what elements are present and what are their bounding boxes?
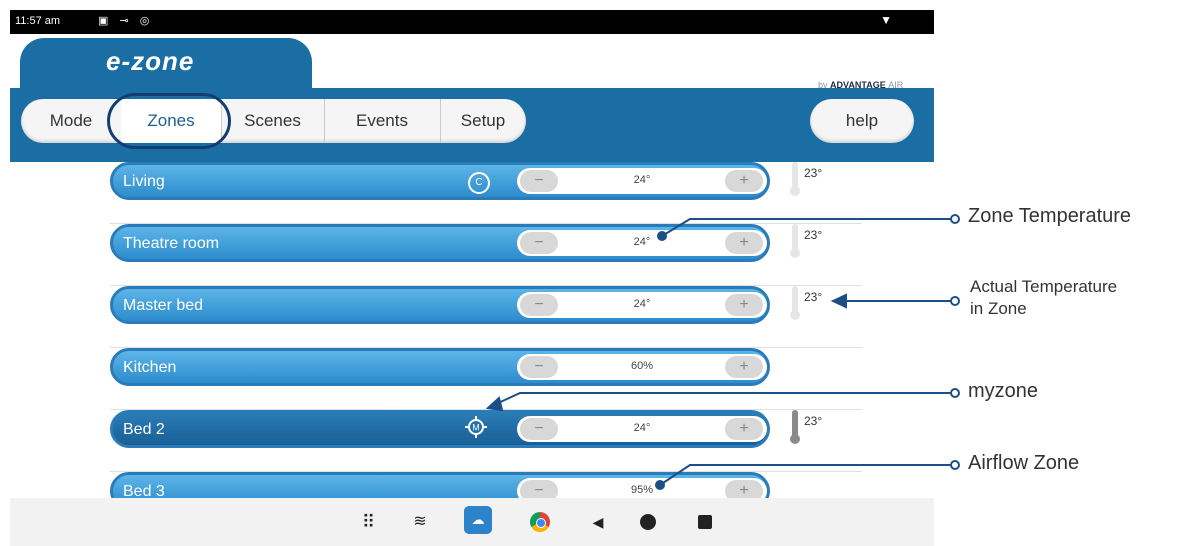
zone-bar[interactable]: Bed 3 − 95% + bbox=[110, 472, 770, 498]
thermometer-icon bbox=[790, 162, 800, 198]
actual-temperature: 23° bbox=[804, 290, 823, 304]
ezone-app-icon[interactable]: ☁ bbox=[464, 506, 492, 534]
android-nav-bar: ⠿ ≋ ☁ ◀ bbox=[10, 498, 934, 546]
zone-airflow-control: − 60% + bbox=[517, 354, 767, 380]
callout-actual-temperature: Actual Temperature in Zone bbox=[970, 276, 1117, 320]
wifi-settings-icon[interactable]: ≋ bbox=[408, 510, 432, 534]
zone-name: Theatre room bbox=[123, 235, 220, 252]
myzone-endpoint bbox=[950, 388, 960, 398]
home-icon[interactable] bbox=[640, 514, 656, 530]
zone-airflow-control: − 95% + bbox=[517, 478, 767, 498]
zone-bar[interactable]: Living C − 24° + bbox=[110, 162, 770, 200]
increase-button[interactable]: + bbox=[725, 356, 763, 378]
status-bar: 11:57 am ▣ ⊸ ◎ ▼ bbox=[10, 10, 934, 34]
tab-setup[interactable]: Setup bbox=[440, 99, 526, 143]
zone-row-bed-3: Bed 3 − 95% + bbox=[110, 472, 862, 498]
chrome-icon[interactable] bbox=[530, 512, 550, 532]
zone-name: Living bbox=[123, 173, 165, 190]
nav-bar: Mode Zones Scenes Events Setup help bbox=[10, 88, 934, 162]
callout-zone-temperature: Zone Temperature bbox=[968, 205, 1132, 227]
zone-name: Bed 3 bbox=[123, 483, 165, 498]
zone-row-master-bed: Master bed − 24° + 23° bbox=[110, 286, 862, 348]
zone-setpoint-control: − 24° + bbox=[517, 168, 767, 194]
zone-list[interactable]: Living C − 24° + 23° Theatre room − 24° … bbox=[10, 162, 934, 498]
actual-temperature: 23° bbox=[804, 166, 823, 180]
actual-temperature-endpoint bbox=[950, 296, 960, 306]
zone-bar[interactable]: Kitchen − 60% + bbox=[110, 348, 770, 386]
increase-button[interactable]: + bbox=[725, 232, 763, 254]
zone-setpoint-control: − 24° + bbox=[517, 292, 767, 318]
thermometer-icon bbox=[790, 410, 800, 446]
tab-events[interactable]: Events bbox=[324, 99, 441, 143]
increase-button[interactable]: + bbox=[725, 294, 763, 316]
callout-actual-temperature-line1: Actual Temperature bbox=[970, 277, 1118, 296]
zone-bar[interactable]: Theatre room − 24° + bbox=[110, 224, 770, 262]
recents-icon[interactable] bbox=[698, 515, 712, 529]
airflow-zone-endpoint bbox=[950, 460, 960, 470]
zones-highlight-ring bbox=[107, 93, 231, 149]
zone-row-kitchen: Kitchen − 60% + bbox=[110, 348, 862, 410]
back-icon[interactable]: ◀ bbox=[586, 510, 610, 534]
callout-actual-temperature-line2: in Zone bbox=[970, 299, 1027, 318]
status-time: 11:57 am bbox=[15, 15, 61, 27]
increase-button[interactable]: + bbox=[725, 418, 763, 440]
increase-button[interactable]: + bbox=[725, 170, 763, 192]
zone-row-theatre: Theatre room − 24° + 23° bbox=[110, 224, 862, 286]
help-button[interactable]: help bbox=[810, 99, 914, 143]
thermometer-icon bbox=[790, 286, 800, 322]
tab-scenes[interactable]: Scenes bbox=[221, 99, 325, 143]
tablet-screen: 11:57 am ▣ ⊸ ◎ ▼ e-zone by ADVANTAGE AIR… bbox=[10, 10, 934, 546]
thermometer-icon bbox=[790, 224, 800, 260]
zone-setpoint-control: − 24° + bbox=[517, 230, 767, 256]
actual-temperature: 23° bbox=[804, 228, 823, 242]
zone-bar[interactable]: Master bed − 24° + bbox=[110, 286, 770, 324]
zone-temperature-endpoint bbox=[950, 214, 960, 224]
zone-row-living: Living C − 24° + 23° bbox=[110, 162, 862, 224]
tab-group: Mode Zones Scenes Events Setup bbox=[21, 99, 526, 143]
app-logo: e-zone bbox=[106, 46, 195, 76]
myzone-badge: M bbox=[472, 423, 480, 433]
zone-bar[interactable]: Bed 2 M − 24° + bbox=[110, 410, 770, 448]
callout-myzone: myzone bbox=[968, 380, 1039, 402]
zone-setpoint-control: − 24° + bbox=[517, 416, 767, 442]
wifi-icon: ▼ bbox=[880, 13, 892, 27]
actual-temperature: 23° bbox=[804, 414, 823, 428]
zone-name: Kitchen bbox=[123, 359, 177, 376]
zone-name: Bed 2 bbox=[123, 421, 165, 438]
zone-row-bed-2: Bed 2 M − 24° + 23° bbox=[110, 410, 862, 472]
callout-airflow-zone: Airflow Zone bbox=[968, 452, 1080, 474]
zone-name: Master bed bbox=[123, 297, 204, 314]
increase-button[interactable]: + bbox=[725, 480, 763, 498]
constant-zone-badge: C bbox=[468, 172, 490, 194]
myzone-target-icon[interactable]: M bbox=[465, 416, 487, 438]
apps-grid-icon[interactable]: ⠿ bbox=[356, 510, 380, 534]
status-icons: ▣ ⊸ ◎ bbox=[98, 15, 154, 27]
